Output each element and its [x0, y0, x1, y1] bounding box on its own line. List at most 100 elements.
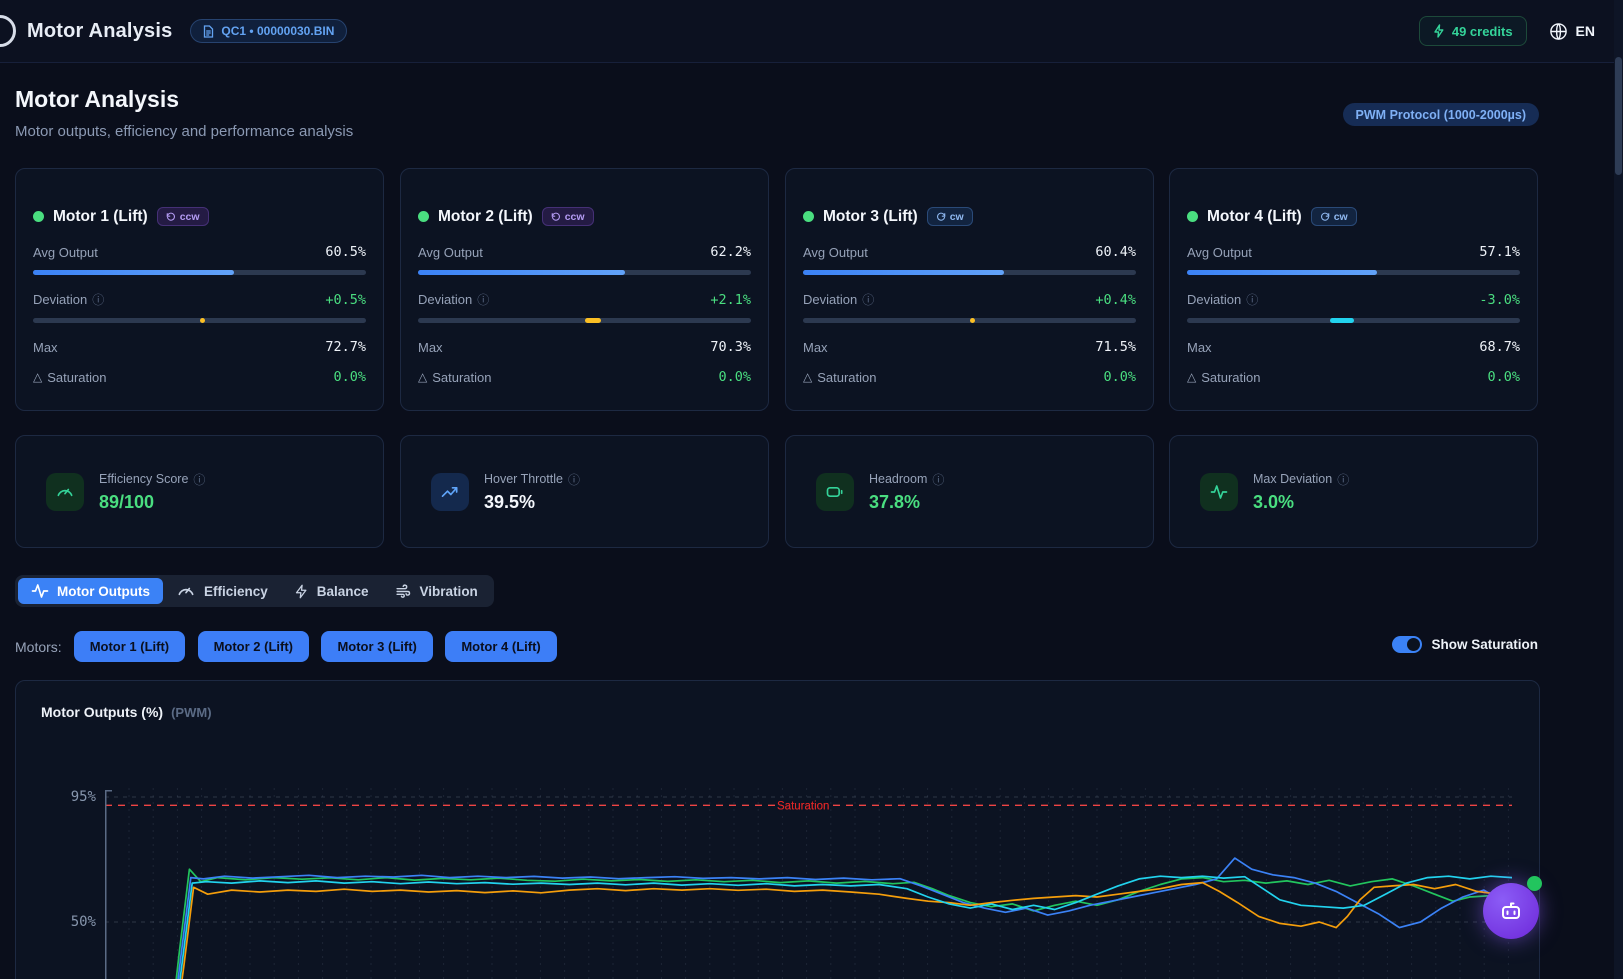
motor-card-title: Motor 3 (Lift) — [823, 207, 918, 225]
rotate-icon — [166, 212, 176, 222]
tab-label: Motor Outputs — [57, 583, 150, 599]
motor-card-3: Motor 3 (Lift) cw Avg Output 60.4% Devia… — [785, 168, 1154, 411]
max-label: Max — [418, 339, 443, 355]
sidebar-handle-icon[interactable] — [0, 15, 16, 47]
battery-icon — [816, 472, 854, 511]
motor-filter-button-2[interactable]: Motor 2 (Lift) — [197, 631, 309, 662]
rotate-icon — [551, 212, 561, 222]
page-title: Motor Analysis — [15, 86, 180, 112]
info-icon[interactable]: ⓘ — [1246, 291, 1258, 308]
gauge-icon — [176, 581, 196, 601]
rotate-icon — [1320, 212, 1330, 222]
motor-outputs-chart[interactable]: SaturationSaturation — [105, 786, 1512, 979]
motor-filter-button-4[interactable]: Motor 4 (Lift) — [445, 631, 557, 662]
rotate-icon — [936, 212, 946, 222]
svg-text:Saturation: Saturation — [777, 800, 829, 812]
tab-vibration[interactable]: Vibration — [382, 578, 491, 604]
tab-label: Vibration — [419, 583, 478, 599]
metric-label: Headroom — [869, 472, 928, 486]
metric-label: Efficiency Score — [99, 472, 189, 486]
y-tick-50: 50% — [70, 914, 96, 930]
saturation-label: △ Saturation — [418, 369, 492, 385]
language-label: EN — [1575, 23, 1595, 39]
saturation-label: △ Saturation — [803, 369, 877, 385]
avg-output-bar — [33, 270, 366, 275]
info-icon[interactable]: ⓘ — [92, 291, 104, 308]
avg-output-bar — [803, 270, 1136, 275]
file-badge[interactable]: QC1 • 00000030.BIN — [190, 19, 348, 43]
analysis-tabbar: Motor Outputs Efficiency Balance Vibrati… — [15, 575, 494, 607]
warning-icon: △ — [33, 370, 43, 384]
toggle-knob — [1407, 638, 1421, 651]
protocol-badge: PWM Protocol (1000-2000µs) — [1342, 103, 1539, 126]
saturation-label: △ Saturation — [33, 369, 107, 385]
max-label: Max — [33, 339, 58, 355]
motor-card-title: Motor 1 (Lift) — [53, 207, 148, 225]
info-icon[interactable]: ⓘ — [568, 471, 580, 488]
info-icon[interactable]: ⓘ — [477, 291, 489, 308]
scrollbar-thumb[interactable] — [1615, 57, 1622, 175]
show-saturation-toggle[interactable] — [1392, 636, 1423, 653]
y-tick-95: 95% — [70, 789, 96, 805]
avg-output-value: 60.5% — [325, 244, 366, 260]
deviation-bar — [1187, 318, 1520, 323]
metric-label: Hover Throttle — [484, 472, 563, 486]
saturation-label: △ Saturation — [1187, 369, 1261, 385]
assistant-button[interactable] — [1483, 883, 1539, 939]
avg-output-label: Avg Output — [803, 244, 868, 260]
credits-badge[interactable]: 49 credits — [1418, 16, 1527, 46]
metric-label: Max Deviation — [1253, 472, 1333, 486]
tab-efficiency[interactable]: Efficiency — [163, 578, 281, 604]
tab-label: Efficiency — [203, 583, 268, 599]
deviation-value: +2.1% — [710, 291, 751, 308]
motor-card-4: Motor 4 (Lift) cw Avg Output 57.1% Devia… — [1169, 168, 1538, 411]
motor-card-2: Motor 2 (Lift) ccw Avg Output 62.2% Devi… — [400, 168, 769, 411]
motor-status-dot — [33, 211, 44, 222]
motor-card-1: Motor 1 (Lift) ccw Avg Output 60.5% Devi… — [15, 168, 384, 411]
saturation-value: 0.0% — [1487, 369, 1520, 385]
rotation-direction-badge: ccw — [156, 207, 209, 226]
info-icon[interactable]: ⓘ — [1337, 471, 1349, 488]
deviation-value: +0.4% — [1095, 291, 1136, 308]
activity-icon — [31, 582, 49, 600]
motors-filter-row: Motors: Motor 1 (Lift) Motor 2 (Lift) Mo… — [15, 631, 565, 662]
chart-title: Motor Outputs (%) — [41, 704, 164, 720]
show-saturation-label: Show Saturation — [1431, 637, 1538, 652]
motor-filter-button-3[interactable]: Motor 3 (Lift) — [321, 631, 433, 662]
tab-balance[interactable]: Balance — [281, 578, 382, 604]
file-icon — [203, 24, 214, 38]
motor-filter-button-1[interactable]: Motor 1 (Lift) — [73, 631, 186, 662]
info-icon[interactable]: ⓘ — [932, 471, 944, 488]
page-subtitle: Motor outputs, efficiency and performanc… — [15, 123, 354, 140]
assistant-online-dot — [1527, 876, 1542, 891]
tab-label: Balance — [316, 583, 369, 599]
rotation-direction-badge: ccw — [541, 207, 594, 226]
avg-output-value: 62.2% — [710, 244, 751, 260]
motor-status-dot — [418, 211, 429, 222]
robot-icon — [1498, 898, 1524, 924]
tab-motor-outputs[interactable]: Motor Outputs — [18, 578, 163, 604]
avg-output-value: 60.4% — [1095, 244, 1136, 260]
deviation-bar — [803, 318, 1136, 323]
info-icon[interactable]: ⓘ — [862, 291, 874, 308]
zap-icon — [1433, 24, 1445, 38]
activity-icon — [1200, 472, 1238, 511]
deviation-label: Deviation ⓘ — [33, 291, 105, 308]
deviation-value: -3.0% — [1479, 291, 1520, 308]
saturation-value: 0.0% — [718, 369, 751, 385]
language-selector[interactable]: EN — [1549, 22, 1595, 41]
max-value: 68.7% — [1479, 339, 1520, 355]
saturation-value: 0.0% — [1103, 369, 1136, 385]
deviation-label: Deviation ⓘ — [803, 291, 875, 308]
metric-value: 89/100 — [99, 491, 155, 512]
avg-output-value: 57.1% — [1479, 244, 1520, 260]
warning-icon: △ — [803, 370, 813, 384]
scrollbar-track[interactable] — [1614, 0, 1623, 979]
metric-card: Max Deviation ⓘ 3.0% — [1169, 435, 1538, 548]
metric-card: Efficiency Score ⓘ 89/100 — [15, 435, 384, 548]
motors-label: Motors: — [15, 638, 62, 655]
deviation-label: Deviation ⓘ — [418, 291, 490, 308]
globe-icon — [1549, 22, 1568, 41]
info-icon[interactable]: ⓘ — [193, 471, 205, 488]
zap-icon — [294, 584, 309, 599]
